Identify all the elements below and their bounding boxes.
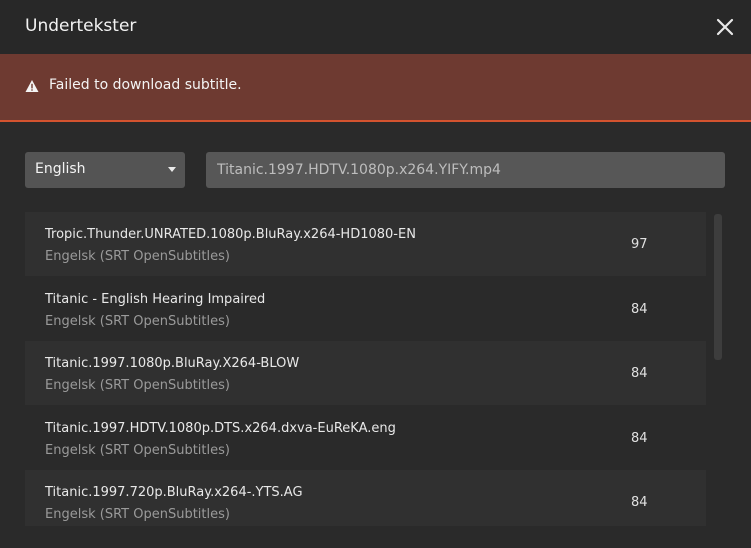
search-query-input[interactable] — [206, 152, 725, 188]
subtitle-name: Titanic.1997.HDTV.1080p.DTS.x264.dxva-Eu… — [45, 421, 396, 436]
list-item[interactable]: Titanic.1997.1080p.BluRay.X264-BLOW Enge… — [25, 341, 706, 405]
list-item[interactable]: Titanic.1997.HDTV.1080p.DTS.x264.dxva-Eu… — [25, 406, 706, 470]
error-message: Failed to download subtitle. — [49, 77, 242, 93]
warning-icon — [25, 80, 39, 92]
subtitle-name: Titanic.1997.1080p.BluRay.X264-BLOW — [45, 356, 300, 371]
subtitle-results-list: Tropic.Thunder.UNRATED.1080p.BluRay.x264… — [25, 212, 706, 526]
list-item[interactable]: Titanic.1997.720p.BluRay.x264-.YTS.AG En… — [25, 470, 706, 526]
close-icon[interactable] — [714, 16, 736, 38]
subtitle-source: Engelsk (SRT OpenSubtitles) — [45, 378, 230, 393]
subtitle-source: Engelsk (SRT OpenSubtitles) — [45, 314, 230, 329]
subtitle-name: Titanic.1997.720p.BluRay.x264-.YTS.AG — [45, 485, 303, 500]
subtitle-score: 84 — [631, 495, 648, 510]
chevron-down-icon — [168, 167, 176, 172]
subtitle-score: 84 — [631, 302, 648, 317]
language-select[interactable]: English — [25, 152, 185, 188]
language-select-value: English — [35, 161, 86, 177]
list-item[interactable]: Tropic.Thunder.UNRATED.1080p.BluRay.x264… — [25, 212, 706, 276]
list-item[interactable]: Titanic - English Hearing Impaired Engel… — [25, 277, 706, 341]
subtitle-source: Engelsk (SRT OpenSubtitles) — [45, 507, 230, 522]
subtitle-score: 84 — [631, 366, 648, 381]
subtitle-name: Titanic - English Hearing Impaired — [45, 292, 266, 307]
subtitle-source: Engelsk (SRT OpenSubtitles) — [45, 249, 230, 264]
dialog-title: Undertekster — [25, 16, 137, 36]
subtitle-source: Engelsk (SRT OpenSubtitles) — [45, 443, 230, 458]
dialog-header: Undertekster — [0, 0, 751, 54]
subtitle-name: Tropic.Thunder.UNRATED.1080p.BluRay.x264… — [45, 227, 416, 242]
results-scrollbar[interactable] — [714, 214, 722, 360]
error-banner: Failed to download subtitle. — [0, 54, 751, 122]
subtitle-score: 97 — [631, 237, 648, 252]
subtitle-score: 84 — [631, 431, 648, 446]
